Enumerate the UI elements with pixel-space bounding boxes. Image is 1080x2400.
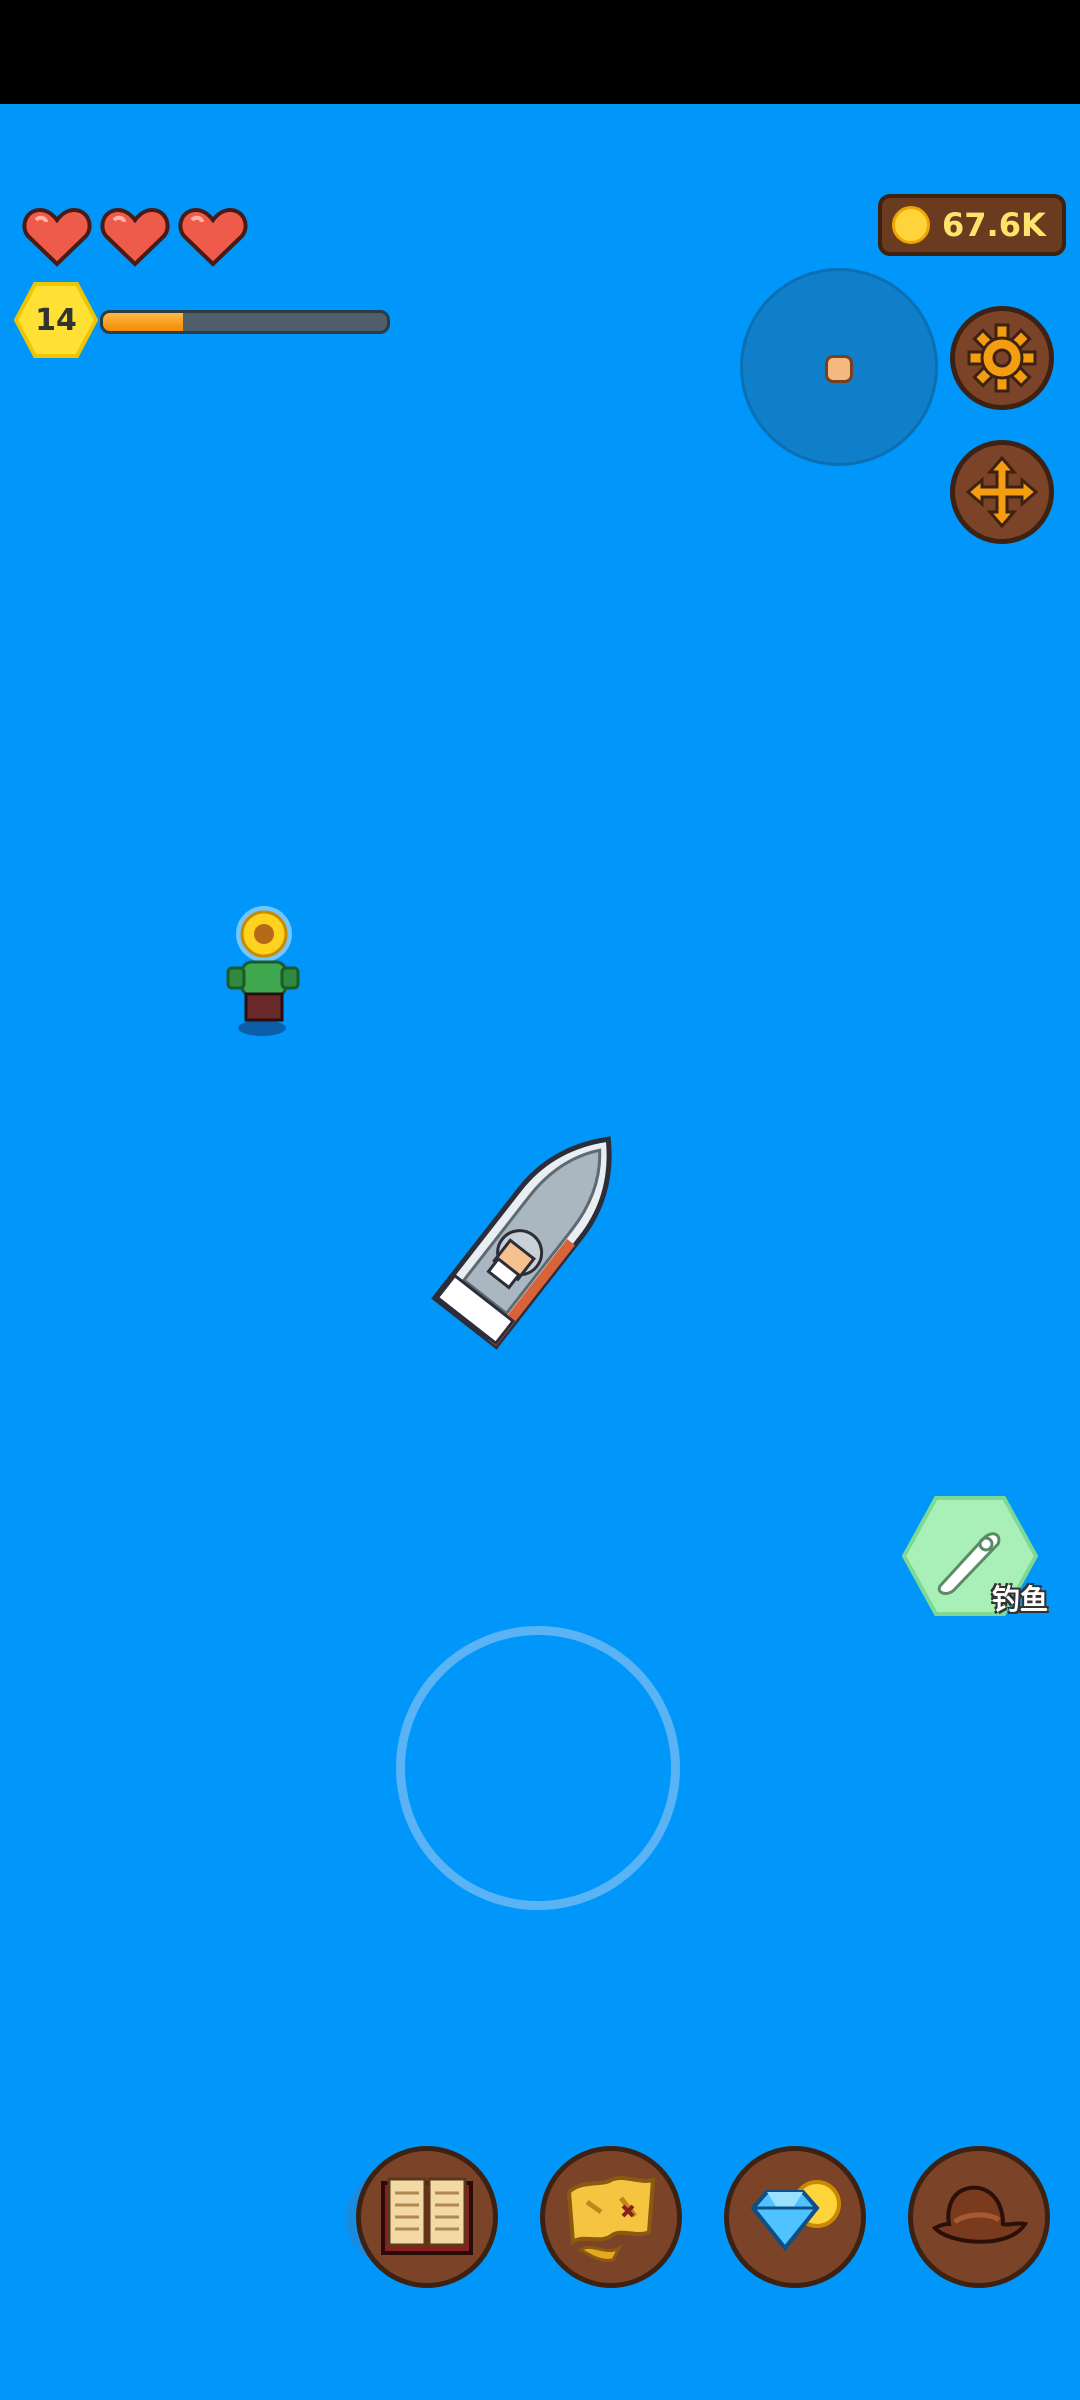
journal-button[interactable]	[356, 2146, 498, 2288]
shop-button[interactable]	[724, 2146, 866, 2288]
minimap[interactable]	[740, 268, 938, 466]
book-icon	[381, 2177, 473, 2255]
xp-progress-fill	[103, 313, 183, 331]
move-button[interactable]	[950, 440, 1054, 544]
health-hearts	[22, 206, 248, 268]
gem-shop-icon	[750, 2180, 841, 2252]
treasure-map-button[interactable]	[540, 2146, 682, 2288]
hat-icon	[931, 2185, 1029, 2244]
xp-progress-bar	[100, 310, 390, 334]
treasure-map-icon	[566, 2176, 656, 2262]
player-marker-icon	[825, 355, 853, 383]
coin-counter[interactable]: 67.6K	[878, 194, 1066, 256]
virtual-joystick[interactable]	[396, 1626, 680, 1910]
fishing-label: 钓鱼	[992, 1583, 1049, 1616]
sunflower-creature-sprite[interactable]	[220, 904, 304, 1038]
heart-icon	[22, 207, 92, 267]
status-bar	[0, 0, 1080, 104]
heart-icon	[178, 207, 248, 267]
level-number: 14	[35, 302, 77, 338]
coin-amount: 67.6K	[942, 206, 1046, 244]
settings-gear-icon	[967, 323, 1037, 393]
player-boat-sprite[interactable]	[418, 1108, 652, 1358]
level-badge: 14	[14, 280, 98, 360]
heart-icon	[100, 207, 170, 267]
outfit-button[interactable]	[908, 2146, 1050, 2288]
settings-button[interactable]	[950, 306, 1054, 410]
move-arrows-icon	[966, 456, 1038, 528]
coin-icon	[892, 206, 930, 244]
